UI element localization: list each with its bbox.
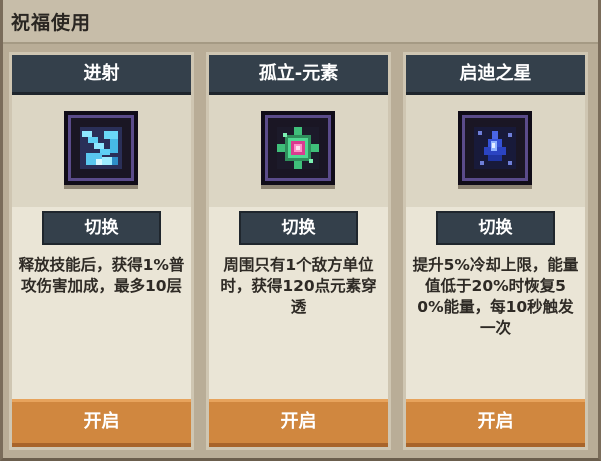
card-description: 周围只有1个敌方单位时，获得120点元素穿透 xyxy=(220,256,377,316)
open-button[interactable]: 开启 xyxy=(12,399,191,447)
switch-button[interactable]: 切换 xyxy=(436,211,555,245)
card-title: 孤立-元素 xyxy=(209,55,388,95)
blessing-card: 进射 切换 释放技能后，获得1%普攻伤害加成，最多10层 开启 xyxy=(9,52,194,450)
blessing-card: 孤立-元素 切换 周围只有1个敌方单位时，获得120点元素穿透 开启 xyxy=(206,52,391,450)
blue-star-icon xyxy=(474,127,516,169)
blessing-card-list: 进射 切换 释放技能后，获得1%普攻伤害加成，最多10层 开启 孤立-元素 切换… xyxy=(9,52,592,452)
blessing-icon-frame[interactable] xyxy=(64,111,138,185)
card-title: 进射 xyxy=(12,55,191,95)
blessing-panel: 祝福使用 进射 切换 释放技能后，获得1%普攻伤害加成，最多10层 开启 孤立-… xyxy=(0,0,601,461)
icon-area xyxy=(406,95,585,207)
panel-header: 祝福使用 xyxy=(3,0,598,44)
icon-area xyxy=(209,95,388,207)
icon-area xyxy=(12,95,191,207)
blessing-icon-frame[interactable] xyxy=(458,111,532,185)
blessing-icon-frame[interactable] xyxy=(261,111,335,185)
switch-button[interactable]: 切换 xyxy=(42,211,161,245)
green-pink-gem-icon xyxy=(277,127,319,169)
switch-button[interactable]: 切换 xyxy=(239,211,358,245)
card-description: 释放技能后，获得1%普攻伤害加成，最多10层 xyxy=(18,256,185,295)
card-description: 提升5%冷却上限，能量值低于20%时恢复50%能量，每10秒触发一次 xyxy=(412,256,579,337)
panel-title: 祝福使用 xyxy=(11,12,92,34)
open-button[interactable]: 开启 xyxy=(209,399,388,447)
card-title: 启迪之星 xyxy=(406,55,585,95)
open-button[interactable]: 开启 xyxy=(406,399,585,447)
blessing-card: 启迪之星 切换 提升5%冷却上限，能量值低于20%时恢复50%能量，每10秒触发… xyxy=(403,52,588,450)
blue-burst-icon xyxy=(80,127,122,169)
